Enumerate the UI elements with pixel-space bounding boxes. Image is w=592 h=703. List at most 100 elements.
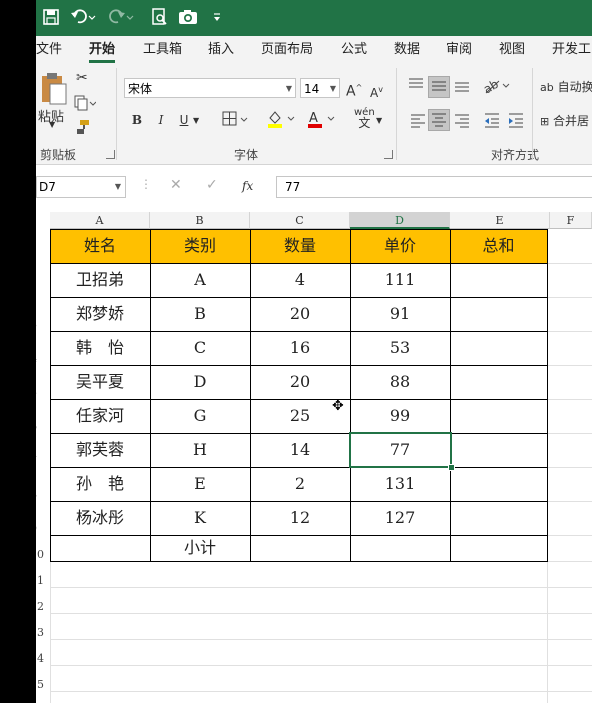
table-cell[interactable]: 郑梦娇	[50, 297, 150, 331]
decrease-font-size-icon[interactable]: Av	[370, 81, 383, 102]
increase-indent-icon[interactable]	[506, 111, 526, 134]
tab-view[interactable]: 视图	[499, 36, 525, 64]
align-top-icon[interactable]	[406, 76, 426, 96]
table-cell[interactable]: 韩 怡	[50, 331, 150, 365]
wrap-text-button[interactable]: ab 自动换	[540, 78, 592, 95]
table-cell[interactable]	[450, 399, 547, 433]
tab-formulas[interactable]: 公式	[341, 36, 367, 64]
row-header[interactable]: 14	[36, 653, 44, 664]
table-cell[interactable]: 131	[350, 467, 450, 501]
italic-button[interactable]: I	[154, 111, 168, 129]
column-header-f[interactable]: F	[550, 212, 592, 229]
phonetic-guide-icon[interactable]: wén 文	[354, 107, 375, 130]
table-cell[interactable]: 91	[350, 297, 450, 331]
font-size-combo[interactable]: 14 ▼	[300, 78, 340, 98]
fill-handle[interactable]	[448, 464, 455, 471]
font-name-combo[interactable]: 宋体 ▼	[124, 78, 296, 98]
table-cell[interactable]: 孙 艳	[50, 467, 150, 501]
row-header[interactable]: 6	[36, 421, 44, 432]
header-cell-quantity[interactable]: 数量	[250, 229, 350, 263]
table-cell[interactable]: 2	[250, 467, 350, 501]
merge-center-button[interactable]: ⊞ 合并居	[540, 112, 589, 129]
table-cell[interactable]: 郭芙蓉	[50, 433, 150, 467]
formula-input[interactable]: 77	[276, 176, 592, 198]
format-painter-icon[interactable]	[74, 119, 90, 138]
column-header-a[interactable]: A	[50, 212, 150, 229]
tab-data[interactable]: 数据	[394, 36, 420, 64]
borders-icon[interactable]	[222, 110, 250, 133]
row-header[interactable]: 1	[36, 251, 44, 262]
table-cell[interactable]: E	[150, 467, 250, 501]
table-cell[interactable]: 53	[350, 331, 450, 365]
increase-font-size-icon[interactable]: A^	[346, 79, 362, 101]
table-cell[interactable]: G	[150, 399, 250, 433]
tab-home[interactable]: 开始	[89, 36, 116, 64]
row-header[interactable]: 9	[36, 523, 44, 534]
row-header[interactable]: 11	[36, 575, 44, 586]
clipboard-launcher-icon[interactable]	[106, 150, 115, 159]
row-header[interactable]: 13	[36, 627, 44, 638]
table-cell[interactable]: 111	[350, 263, 450, 297]
row-header[interactable]: 5	[36, 387, 44, 398]
table-cell[interactable]	[450, 331, 547, 365]
decrease-indent-icon[interactable]	[482, 111, 502, 134]
table-cell[interactable]: 任家河	[50, 399, 150, 433]
redo-icon[interactable]	[108, 8, 134, 28]
table-cell[interactable]	[450, 263, 547, 297]
tab-review[interactable]: 审阅	[446, 36, 472, 64]
table-cell[interactable]: 14	[250, 433, 350, 467]
column-header-c[interactable]: C	[250, 212, 350, 229]
table-cell[interactable]	[450, 433, 547, 467]
row-header[interactable]: 7	[36, 455, 44, 466]
orientation-icon[interactable]: ab	[481, 76, 512, 101]
row-header[interactable]: 10	[36, 549, 44, 560]
table-cell[interactable]: 4	[250, 263, 350, 297]
tab-page-layout[interactable]: 页面布局	[261, 36, 313, 64]
fill-color-icon[interactable]	[266, 109, 298, 134]
font-color-icon[interactable]: A	[306, 109, 338, 134]
row-header[interactable]: 15	[36, 679, 44, 690]
undo-icon[interactable]	[70, 8, 96, 28]
tab-toolbox[interactable]: 工具箱	[143, 36, 182, 64]
table-cell[interactable]: 12	[250, 501, 350, 535]
header-cell-name[interactable]: 姓名	[50, 229, 150, 263]
bold-button[interactable]: B	[130, 111, 144, 129]
column-header-e[interactable]: E	[450, 212, 550, 229]
row-header[interactable]: 8	[36, 489, 44, 500]
subtotal-label[interactable]: 小计	[150, 535, 250, 561]
table-cell[interactable]	[450, 365, 547, 399]
copy-icon[interactable]	[74, 95, 97, 114]
chevron-down-icon[interactable]: ▼	[376, 112, 382, 130]
camera-icon[interactable]	[178, 8, 198, 28]
tab-developer[interactable]: 开发工	[552, 36, 591, 64]
table-cell[interactable]: 88	[350, 365, 450, 399]
table-cell[interactable]	[450, 467, 547, 501]
align-middle-icon[interactable]	[428, 76, 450, 98]
chevron-down-icon[interactable]: ▼	[193, 112, 199, 130]
table-cell[interactable]: 99	[350, 399, 450, 433]
enter-icon[interactable]: ✓	[206, 177, 218, 193]
table-cell[interactable]: D	[150, 365, 250, 399]
paste-dropdown-icon[interactable]: ▼	[49, 120, 55, 129]
table-cell[interactable]: 卫招弟	[50, 263, 150, 297]
table-cell[interactable]: 20	[250, 297, 350, 331]
table-cell[interactable]: C	[150, 331, 250, 365]
underline-button[interactable]: U	[177, 111, 191, 129]
align-center-icon[interactable]	[428, 109, 450, 131]
tab-insert[interactable]: 插入	[208, 36, 234, 64]
table-cell[interactable]: H	[150, 433, 250, 467]
align-right-icon[interactable]	[452, 111, 472, 134]
table-cell[interactable]: 吴平夏	[50, 365, 150, 399]
table-cell[interactable]: K	[150, 501, 250, 535]
row-header[interactable]: 2	[36, 285, 44, 296]
cancel-icon[interactable]: ✕	[170, 177, 182, 193]
align-left-icon[interactable]	[408, 111, 428, 134]
header-cell-category[interactable]: 类别	[150, 229, 250, 263]
table-cell[interactable]: 20	[250, 365, 350, 399]
row-header[interactable]: 12	[36, 601, 44, 612]
table-cell[interactable]: 16	[250, 331, 350, 365]
table-cell[interactable]: 127	[350, 501, 450, 535]
clipboard-paste-icon[interactable]	[38, 72, 68, 106]
column-header-d[interactable]: D	[350, 212, 450, 229]
table-cell[interactable]: A	[150, 263, 250, 297]
